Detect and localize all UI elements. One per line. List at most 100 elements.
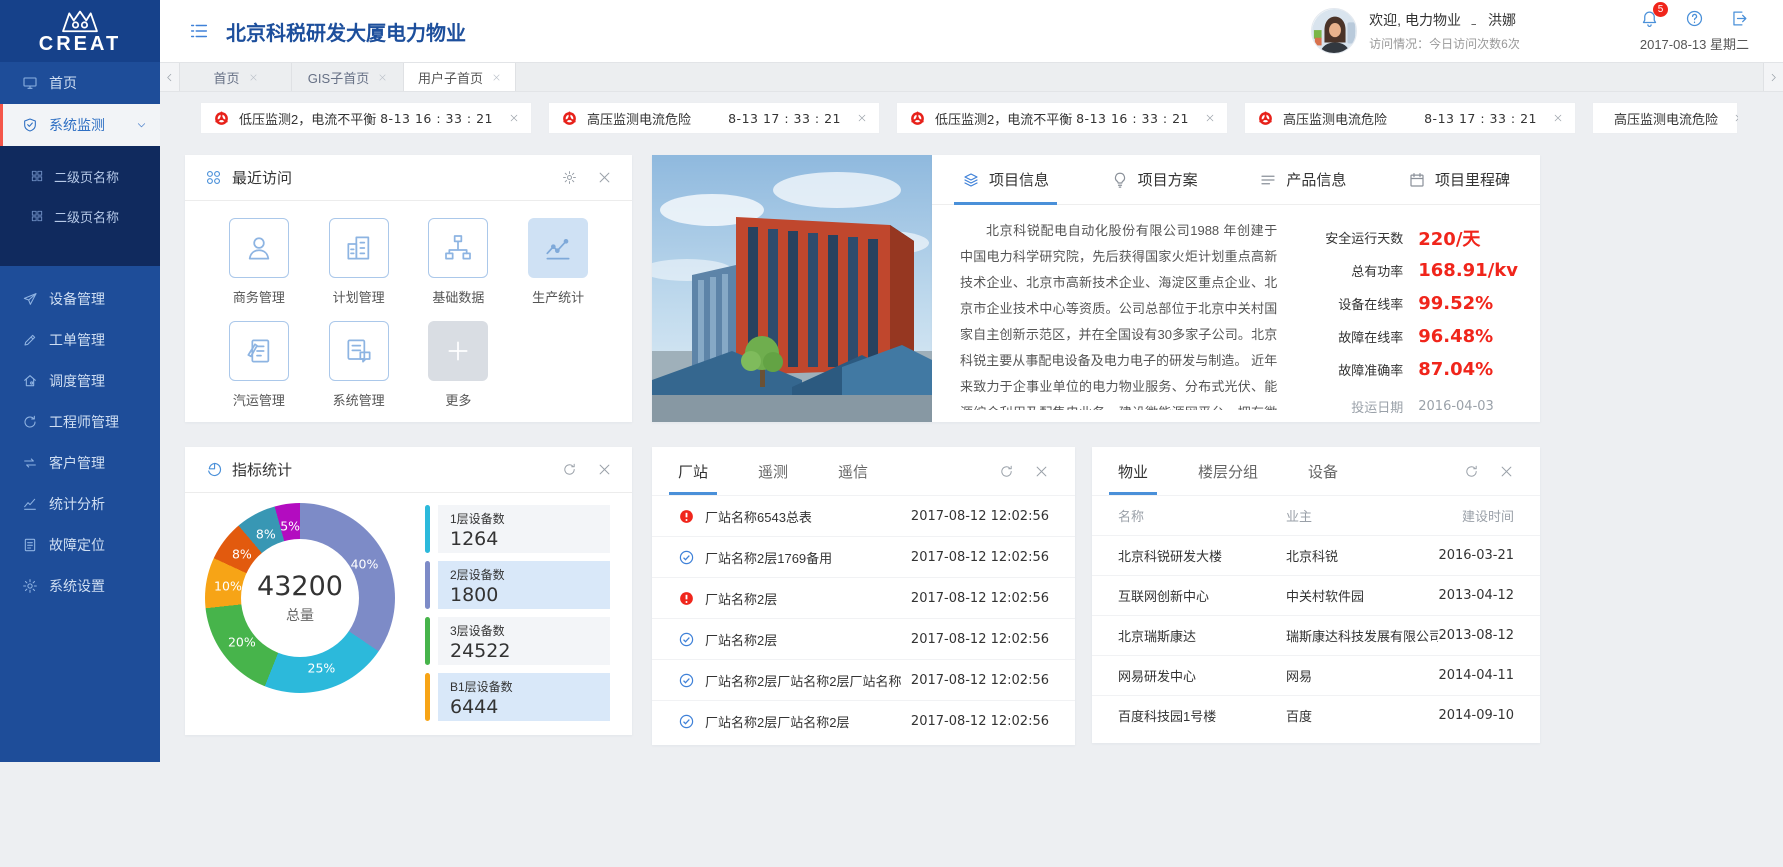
shortcut-plan-mgmt[interactable]: 计划管理 bbox=[309, 218, 409, 306]
sidebar-item-stats-analysis[interactable]: 统计分析 bbox=[0, 483, 160, 524]
shortcut-more[interactable]: 更多 bbox=[409, 321, 509, 409]
sidebar-item-label: 故障定位 bbox=[49, 535, 105, 555]
alert-card[interactable]: 低压监测2，电流不平衡 8-13 16 : 33 : 21 bbox=[896, 102, 1228, 134]
station-row[interactable]: 厂站名称6543总表 2017-08-12 12:02:56 bbox=[652, 495, 1075, 536]
tabs-scroll-left-button[interactable] bbox=[160, 63, 180, 91]
sidebar-item-fault-location[interactable]: 故障定位 bbox=[0, 524, 160, 565]
shortcut-production-stats[interactable]: 生产统计 bbox=[508, 218, 608, 306]
legend-value: 1800 bbox=[450, 584, 598, 606]
app-logo[interactable]: CREAT bbox=[0, 0, 160, 62]
legend-row[interactable]: 3层设备数 24522 bbox=[425, 617, 610, 665]
chevron-right-icon bbox=[1768, 72, 1779, 83]
page-tab[interactable]: 首页 bbox=[180, 63, 292, 91]
stat-value: 87.04% bbox=[1418, 359, 1493, 380]
alert-text: 高压监测电流危险 bbox=[1283, 109, 1387, 128]
close-icon[interactable] bbox=[1734, 113, 1738, 123]
property-owner: 中关村软件园 bbox=[1286, 586, 1438, 605]
tab-station[interactable]: 厂站 bbox=[678, 447, 708, 495]
station-time: 2017-08-12 12:02:56 bbox=[901, 673, 1049, 688]
station-row[interactable]: 厂站名称2层1769备用 2017-08-12 12:02:56 bbox=[652, 536, 1075, 577]
sidebar-item-system-monitoring[interactable]: 系统监测 bbox=[0, 104, 160, 146]
table-row[interactable]: 百度科技园1号楼 百度 2014-09-10 bbox=[1092, 695, 1540, 735]
station-row[interactable]: 厂站名称2层厂站名称2层厂站名称2层 2017-08-12 12:02:56 bbox=[652, 659, 1075, 700]
settings-icon[interactable] bbox=[562, 170, 577, 185]
avatar[interactable] bbox=[1311, 8, 1357, 54]
table-row[interactable]: 互联网创新中心 中关村软件园 2013-04-12 bbox=[1092, 575, 1540, 615]
table-row[interactable]: 北京科锐研发大楼 北京科锐 2016-03-21 bbox=[1092, 535, 1540, 575]
refresh-icon[interactable] bbox=[562, 462, 577, 477]
station-name: 厂站名称2层厂站名称2层 bbox=[705, 712, 849, 731]
refresh-icon[interactable] bbox=[1464, 464, 1479, 479]
close-icon[interactable] bbox=[857, 113, 867, 123]
close-icon[interactable] bbox=[1034, 464, 1049, 479]
sidebar-nav: 首页 系统监测 二级页名称 二级页名称 设备管理 工单管理 bbox=[0, 62, 160, 606]
legend-row[interactable]: 1层设备数 1264 bbox=[425, 505, 610, 553]
shortcut-base-data[interactable]: 基础数据 bbox=[409, 218, 509, 306]
alarm-icon bbox=[1257, 110, 1274, 127]
sidebar-item-customer-mgmt[interactable]: 客户管理 bbox=[0, 442, 160, 483]
notifications-button[interactable]: 5 bbox=[1640, 9, 1659, 28]
tab-project-plan[interactable]: 项目方案 bbox=[1111, 155, 1198, 204]
caret-down-icon[interactable] bbox=[1467, 16, 1476, 25]
close-icon[interactable] bbox=[509, 113, 519, 123]
help-icon[interactable] bbox=[1685, 9, 1704, 28]
page-tab[interactable]: GIS子首页 bbox=[292, 63, 404, 91]
paper-plane-icon bbox=[22, 291, 38, 307]
tabs-scroll-right-button[interactable] bbox=[1763, 63, 1783, 91]
user-name[interactable]: 洪娜 bbox=[1488, 10, 1516, 30]
close-tab-icon[interactable] bbox=[378, 73, 387, 82]
grid-icon bbox=[30, 169, 44, 183]
page-tab[interactable]: 用户子首页 bbox=[404, 63, 516, 91]
sidebar-item-workorder-mgmt[interactable]: 工单管理 bbox=[0, 319, 160, 360]
tab-telemetry[interactable]: 遥测 bbox=[758, 447, 788, 495]
sidebar-item-home[interactable]: 首页 bbox=[0, 62, 160, 104]
tab-label: 首页 bbox=[213, 68, 239, 87]
sidebar-subitem-1[interactable]: 二级页名称 bbox=[0, 156, 160, 196]
tab-devices[interactable]: 设备 bbox=[1308, 447, 1338, 495]
logout-icon[interactable] bbox=[1730, 9, 1749, 28]
tab-product-info[interactable]: 产品信息 bbox=[1259, 155, 1346, 204]
stat-value: 96.48% bbox=[1418, 326, 1493, 347]
legend-row[interactable]: 2层设备数 1800 bbox=[425, 561, 610, 609]
close-icon[interactable] bbox=[1499, 464, 1514, 479]
station-row[interactable]: 厂站名称2层 2017-08-12 12:02:56 bbox=[652, 618, 1075, 659]
menu-toggle-button[interactable] bbox=[188, 20, 210, 42]
tab-telesignal[interactable]: 遥信 bbox=[838, 447, 868, 495]
alert-card[interactable]: 低压监测2，电流不平衡 8-13 16 : 33 : 21 bbox=[200, 102, 532, 134]
station-name: 厂站名称6543总表 bbox=[705, 507, 812, 526]
sidebar-item-device-mgmt[interactable]: 设备管理 bbox=[0, 278, 160, 319]
close-icon[interactable] bbox=[597, 170, 612, 185]
sidebar-item-engineer-mgmt[interactable]: 工程师管理 bbox=[0, 401, 160, 442]
sidebar-item-dispatch-mgmt[interactable]: 调度管理 bbox=[0, 360, 160, 401]
sidebar-item-label: 工单管理 bbox=[49, 330, 105, 350]
sidebar-subitem-2[interactable]: 二级页名称 bbox=[0, 196, 160, 236]
recent-visits-panel: 最近访问 商务管理 计划管理 基础数据 生产统计 汽运管理 系统管理 bbox=[185, 155, 632, 422]
close-icon[interactable] bbox=[597, 462, 612, 477]
legend-row[interactable]: B1层设备数 6444 bbox=[425, 673, 610, 721]
building-icon bbox=[343, 232, 375, 264]
station-row[interactable]: 厂站名称2层 2017-08-12 12:02:56 bbox=[652, 577, 1075, 618]
tab-property[interactable]: 物业 bbox=[1118, 447, 1148, 495]
tab-project-info[interactable]: 项目信息 bbox=[962, 155, 1049, 204]
refresh-icon[interactable] bbox=[999, 464, 1014, 479]
monitor-icon bbox=[22, 75, 38, 91]
close-icon[interactable] bbox=[1553, 113, 1563, 123]
alert-card[interactable]: 高压监测电流危险 8-13 17 : 33 : 21 bbox=[548, 102, 880, 134]
shortcut-transport-mgmt[interactable]: 汽运管理 bbox=[209, 321, 309, 409]
alert-card[interactable]: 高压监测电流危险 8-13 17 : 33 : 21 bbox=[1244, 102, 1576, 134]
shortcut-business-mgmt[interactable]: 商务管理 bbox=[209, 218, 309, 306]
station-row[interactable]: 厂站名称2层厂站名称2层 2017-08-12 12:02:56 bbox=[652, 700, 1075, 741]
shortcut-system-mgmt[interactable]: 系统管理 bbox=[309, 321, 409, 409]
chart-icon bbox=[22, 496, 38, 512]
tab-project-milestone[interactable]: 项目里程碑 bbox=[1408, 155, 1510, 204]
table-row[interactable]: 网易研发中心 网易 2014-04-11 bbox=[1092, 655, 1540, 695]
column-header-name: 名称 bbox=[1118, 506, 1286, 525]
check-icon bbox=[678, 631, 695, 648]
alert-card[interactable]: 高压监测电流危险 bbox=[1592, 102, 1738, 134]
close-icon[interactable] bbox=[1205, 113, 1215, 123]
table-row[interactable]: 北京瑞斯康达 瑞斯康达科技发展有限公司 2013-08-12 bbox=[1092, 615, 1540, 655]
close-tab-icon[interactable] bbox=[249, 73, 258, 82]
close-tab-icon[interactable] bbox=[492, 73, 501, 82]
sidebar-item-system-settings[interactable]: 系统设置 bbox=[0, 565, 160, 606]
tab-floor-groups[interactable]: 楼层分组 bbox=[1198, 447, 1258, 495]
